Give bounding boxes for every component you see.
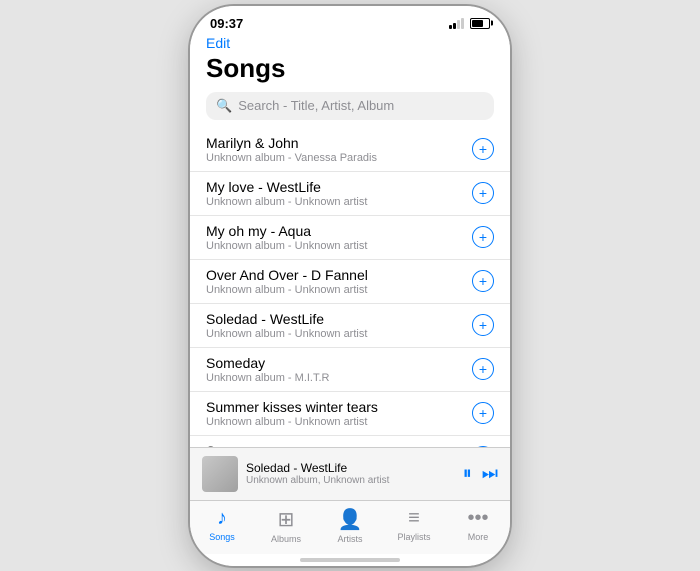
tab-label-more: More [468,532,489,542]
song-item[interactable]: Someday Unknown album - M.I.T.R + [190,348,510,392]
pause-button[interactable]: ⏸ [463,463,472,484]
tab-icon-artists: 👤 [338,507,363,532]
tab-icon-more: ••• [467,507,488,530]
song-subtitle: Unknown album - Unknown artist [206,284,472,296]
search-placeholder: Search - Title, Artist, Album [238,98,394,113]
song-title: Summer kisses winter tears [206,399,472,415]
tab-icon-playlists: ≡ [408,507,420,530]
song-title: My oh my - Aqua [206,223,472,239]
song-item[interactable]: Over And Over - D Fannel Unknown album -… [190,260,510,304]
page-title: Songs [206,53,494,84]
tab-more[interactable]: ••• More [446,507,510,544]
song-subtitle: Unknown album - Unknown artist [206,416,472,428]
status-time: 09:37 [210,16,243,31]
mini-player[interactable]: Soledad - WestLife Unknown album, Unknow… [190,447,510,500]
song-add-button[interactable]: + [472,270,494,292]
tab-bar: ♪ Songs ⊞ Albums 👤 Artists ≡ Playlists •… [190,500,510,554]
song-item[interactable]: Soledad - WestLife Unknown album - Unkno… [190,304,510,348]
song-title: Over And Over - D Fannel [206,267,472,283]
search-bar[interactable]: 🔍 Search - Title, Artist, Album [206,92,494,120]
song-info: Marilyn & John Unknown album - Vanessa P… [206,135,472,164]
mini-album-art [202,456,238,492]
tab-artists[interactable]: 👤 Artists [318,507,382,544]
status-bar: 09:37 [190,6,510,35]
song-add-button[interactable]: + [472,226,494,248]
signal-bars-icon [449,18,464,29]
tab-label-songs: Songs [209,532,235,542]
song-item[interactable]: My oh my - Aqua Unknown album - Unknown … [190,216,510,260]
song-item[interactable]: Summer kisses winter tears Unknown album… [190,392,510,436]
song-title: Marilyn & John [206,135,472,151]
song-info: Soledad - WestLife Unknown album - Unkno… [206,311,472,340]
header-area: Edit Songs 🔍 Search - Title, Artist, Alb… [190,35,510,128]
song-subtitle: Unknown album - M.I.T.R [206,372,472,384]
song-title: My love - WestLife [206,179,472,195]
song-info: My oh my - Aqua Unknown album - Unknown … [206,223,472,252]
fast-forward-button[interactable]: ⏭ [482,463,498,484]
phone-frame: 09:37 Edit Songs 🔍 Search - Title, Artis… [190,6,510,566]
song-add-button[interactable]: + [472,314,494,336]
song-subtitle: Unknown album - Vanessa Paradis [206,152,472,164]
tab-label-albums: Albums [271,534,301,544]
song-title: Soledad - WestLife [206,311,472,327]
battery-icon [470,18,490,29]
song-add-button[interactable]: + [472,138,494,160]
song-title: Someday [206,355,472,371]
home-indicator [190,554,510,566]
tab-albums[interactable]: ⊞ Albums [254,507,318,544]
song-add-button[interactable]: + [472,358,494,380]
song-item[interactable]: Sunny Unknown album - Boney M + [190,436,510,447]
status-icons [449,18,490,29]
song-subtitle: Unknown album - Unknown artist [206,196,472,208]
song-info: Summer kisses winter tears Unknown album… [206,399,472,428]
edit-button[interactable]: Edit [206,35,494,51]
song-add-button[interactable]: + [472,402,494,424]
mini-song-info: Soledad - WestLife Unknown album, Unknow… [246,461,455,486]
song-item[interactable]: Marilyn & John Unknown album - Vanessa P… [190,128,510,172]
search-icon: 🔍 [216,98,232,114]
song-add-button[interactable]: + [472,182,494,204]
mini-controls: ⏸ ⏭ [463,463,498,484]
song-subtitle: Unknown album - Unknown artist [206,328,472,340]
mini-song-title: Soledad - WestLife [246,461,455,475]
song-item[interactable]: My love - WestLife Unknown album - Unkno… [190,172,510,216]
mini-song-subtitle: Unknown album, Unknown artist [246,475,455,486]
song-subtitle: Unknown album - Unknown artist [206,240,472,252]
tab-playlists[interactable]: ≡ Playlists [382,507,446,544]
songs-list: Marilyn & John Unknown album - Vanessa P… [190,128,510,447]
tab-icon-songs: ♪ [217,507,227,530]
song-info: Someday Unknown album - M.I.T.R [206,355,472,384]
tab-label-artists: Artists [337,534,362,544]
tab-icon-albums: ⊞ [278,507,295,532]
tab-label-playlists: Playlists [397,532,430,542]
song-info: My love - WestLife Unknown album - Unkno… [206,179,472,208]
tab-songs[interactable]: ♪ Songs [190,507,254,544]
song-info: Over And Over - D Fannel Unknown album -… [206,267,472,296]
